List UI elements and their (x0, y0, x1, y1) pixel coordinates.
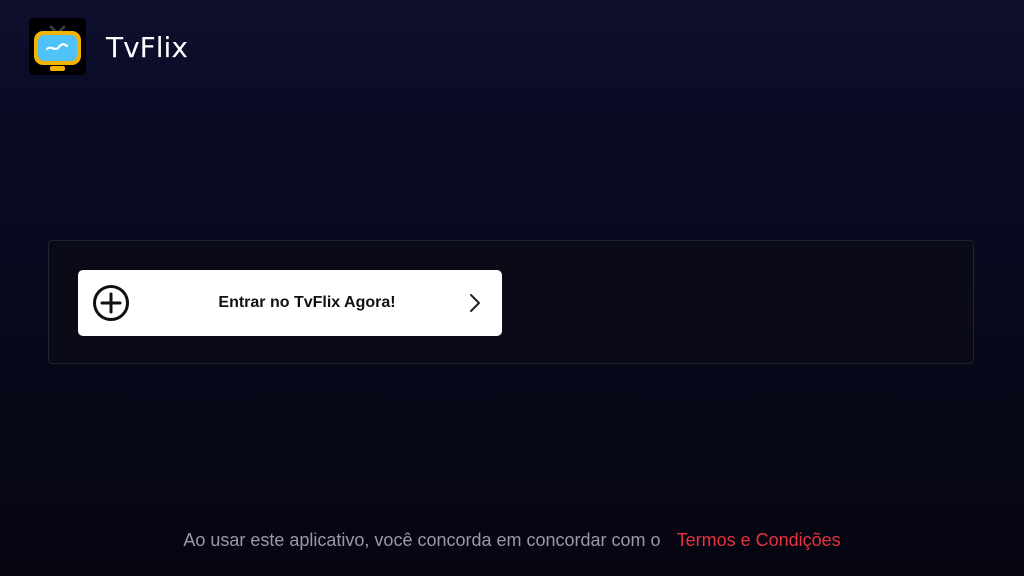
terms-footer: Ao usar este aplicativo, você concorda e… (0, 528, 1024, 552)
chevron-right-icon (470, 294, 480, 312)
tvflix-logo-icon (29, 18, 86, 75)
enter-tvflix-button[interactable]: Entrar no TvFlix Agora! (78, 270, 502, 336)
agreement-text: Ao usar este aplicativo, você concorda e… (183, 530, 661, 550)
enter-tvflix-button-label: Entrar no TvFlix Agora! (218, 294, 396, 311)
terms-and-conditions-link[interactable]: Termos e Condições (677, 530, 841, 550)
plus-circle-icon (93, 285, 129, 321)
app-title: TvFlix (106, 31, 188, 64)
login-panel: Entrar no TvFlix Agora! (48, 240, 974, 364)
